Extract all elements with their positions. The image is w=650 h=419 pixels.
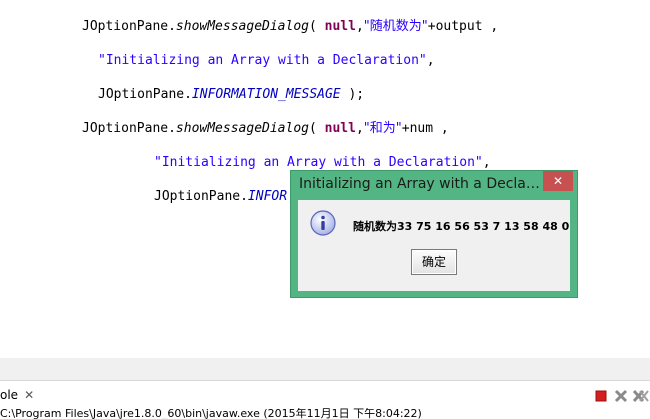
dialog-title[interactable]: Initializing an Array with a Decla… — [299, 176, 544, 196]
console-tab[interactable]: ole ✕ — [0, 388, 34, 402]
console-view-header: ole ✕ — [0, 380, 650, 409]
code-token: null — [324, 19, 356, 34]
code-token: ( — [308, 121, 325, 136]
code-line-5: "Initializing an Array with a Declaratio… — [154, 155, 491, 171]
code-token: showMessageDialog — [175, 121, 309, 136]
dialog-message: 随机数为33 75 16 56 53 7 13 58 48 0 — [353, 220, 570, 233]
code-token: "Initializing an Array with a Declaratio… — [154, 155, 483, 170]
console-tab-label: ole — [0, 388, 19, 402]
code-token: "Initializing an Array with a Declaratio… — [98, 53, 427, 68]
code-token: , — [355, 121, 364, 136]
dialog-content: 随机数为33 75 16 56 53 7 13 58 48 0 确定 — [298, 200, 570, 291]
code-line-3: JOptionPane.INFORMATION_MESSAGE ); — [98, 87, 364, 103]
console-process-label: C:\Program Files\Java\jre1.8.0_60\bin\ja… — [0, 408, 422, 419]
remove-all-icon[interactable] — [632, 389, 649, 403]
code-token: JOptionPane. — [82, 121, 176, 136]
code-token: showMessageDialog — [175, 19, 309, 34]
code-token: JOptionPane. — [154, 189, 248, 204]
code-token: +num , — [401, 121, 449, 136]
code-line-1: JOptionPane.showMessageDialog( null,"随机数… — [82, 19, 498, 35]
close-button[interactable]: ✕ — [543, 171, 573, 191]
code-token: ); — [340, 87, 365, 102]
code-token: INFOR — [247, 189, 288, 204]
code-line-4: JOptionPane.showMessageDialog( null,"和为"… — [82, 121, 449, 137]
code-token: JOptionPane. — [82, 19, 176, 34]
info-icon — [310, 210, 336, 236]
code-token: "和为" — [363, 121, 402, 136]
code-token: "随机数为" — [363, 19, 428, 34]
code-token: JOptionPane. — [98, 87, 192, 102]
code-token: INFORMATION_MESSAGE — [191, 87, 341, 102]
code-token: , — [355, 19, 364, 34]
code-line-2: "Initializing an Array with a Declaratio… — [98, 53, 435, 69]
code-token: null — [324, 121, 356, 136]
message-dialog: Initializing an Array with a Decla… ✕ 随机… — [290, 170, 578, 298]
code-token: , — [482, 155, 491, 170]
close-icon[interactable]: ✕ — [24, 388, 34, 402]
code-token: ( — [308, 19, 325, 34]
code-line-6: JOptionPane.INFOR — [154, 189, 287, 205]
stop-icon[interactable] — [594, 389, 608, 403]
remove-launch-icon[interactable] — [614, 389, 628, 403]
code-token: +output , — [427, 19, 499, 34]
editor-bottom-border — [0, 358, 650, 380]
code-token: , — [426, 53, 435, 68]
ok-button[interactable]: 确定 — [411, 249, 457, 275]
